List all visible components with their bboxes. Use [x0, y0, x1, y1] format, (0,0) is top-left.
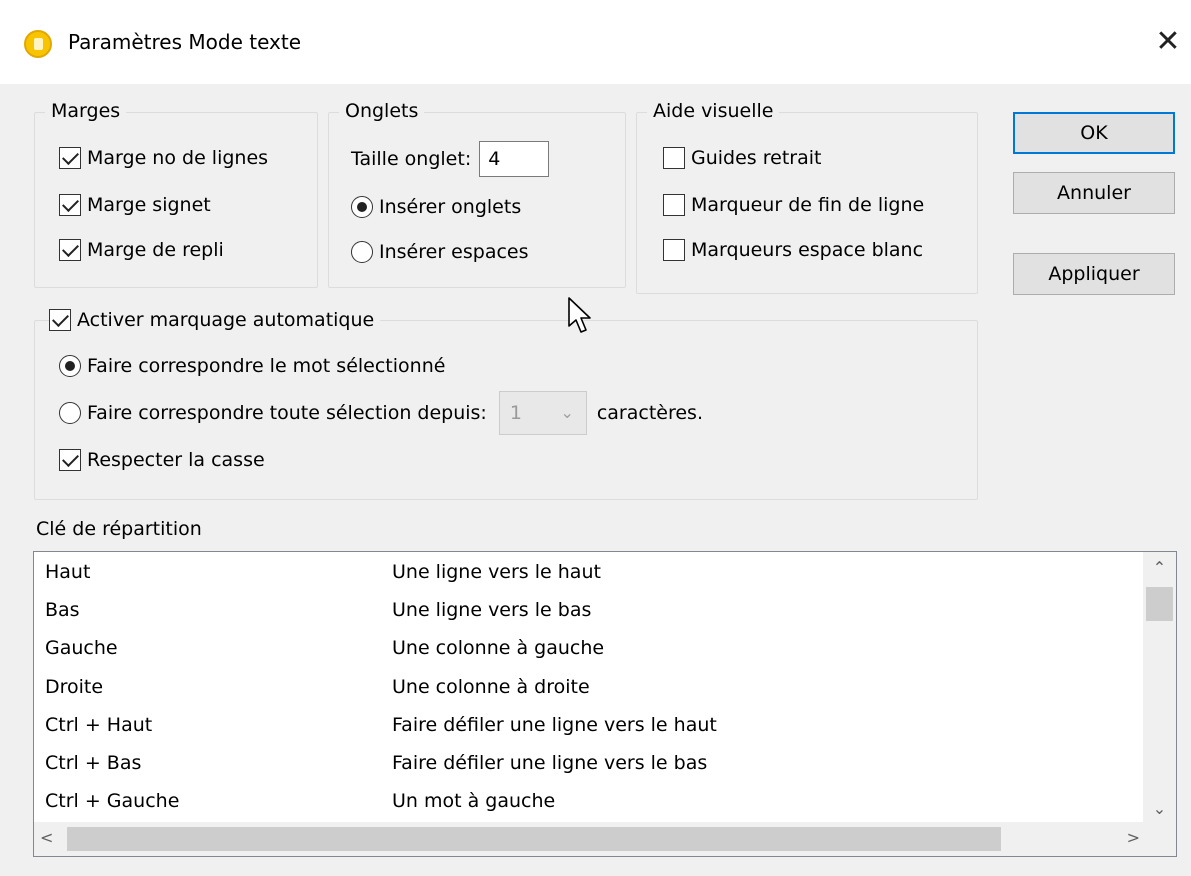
radio-label: Insérer espaces — [379, 241, 529, 263]
table-row[interactable]: Ctrl + Gauche Un mot à gauche — [34, 783, 1144, 819]
checkbox-case-sensitive[interactable]: Respecter la casse — [59, 449, 265, 471]
radio-icon[interactable] — [59, 402, 81, 424]
close-icon[interactable]: ✕ — [1150, 22, 1186, 62]
tabs-group: Onglets Taille onglet: 4 Insérer onglets… — [328, 97, 626, 288]
radio-icon[interactable] — [351, 196, 373, 218]
checkbox-icon[interactable] — [59, 194, 81, 216]
checkbox-label: Marge de repli — [87, 239, 224, 261]
radio-insert-tabs[interactable]: Insérer onglets — [351, 196, 521, 218]
key-cell: Gauche — [45, 637, 118, 659]
combo-value: 1 — [509, 402, 522, 424]
checkbox-fold-margin[interactable]: Marge de repli — [59, 239, 224, 261]
dialog-window: Paramètres Mode texte ✕ Marges Marge no … — [0, 0, 1191, 876]
checkbox-whitespace-markers[interactable]: Marqueurs espace blanc — [663, 239, 923, 261]
scroll-thumb[interactable] — [67, 827, 1001, 851]
checkbox-label: Marqueur de fin de ligne — [691, 194, 925, 216]
title-bar: Paramètres Mode texte ✕ — [0, 0, 1191, 84]
radio-label: Faire correspondre toute sélection depui… — [87, 402, 487, 424]
key-cell: Ctrl + Haut — [45, 714, 153, 736]
checkbox-icon[interactable] — [49, 309, 71, 331]
checkbox-icon[interactable] — [663, 239, 685, 261]
checkbox-eol-marker[interactable]: Marqueur de fin de ligne — [663, 194, 924, 216]
checkbox-icon[interactable] — [59, 239, 81, 261]
checkbox-label: Respecter la casse — [87, 449, 265, 471]
scroll-down-icon[interactable]: ⌄ — [1143, 799, 1176, 818]
checkbox-label: Marge signet — [87, 194, 211, 216]
radio-match-word[interactable]: Faire correspondre le mot sélectionné — [59, 355, 445, 377]
checkbox-icon[interactable] — [59, 147, 81, 169]
action-cell: Une colonne à gauche — [392, 637, 605, 659]
checkbox-bookmark-margin[interactable]: Marge signet — [59, 194, 211, 216]
tabs-legend: Onglets — [339, 97, 425, 125]
scroll-up-icon[interactable]: ⌃ — [1143, 558, 1176, 577]
radio-match-selection[interactable]: Faire correspondre toute sélection depui… — [59, 391, 703, 435]
chevron-down-icon: ⌄ — [560, 403, 574, 422]
key-cell: Haut — [45, 561, 91, 583]
action-cell: Faire défiler une ligne vers le bas — [392, 752, 708, 774]
radio-icon[interactable] — [59, 355, 81, 377]
tab-size-row: Taille onglet: 4 — [351, 141, 550, 177]
action-cell: Une ligne vers le bas — [392, 599, 592, 621]
radio-insert-spaces[interactable]: Insérer espaces — [351, 241, 529, 263]
tab-size-input[interactable]: 4 — [479, 141, 550, 177]
table-row[interactable]: Ctrl + Bas Faire défiler une ligne vers … — [34, 745, 1144, 781]
table-row[interactable]: Droite Une colonne à droite — [34, 669, 1144, 705]
table-row[interactable]: Bas Une ligne vers le bas — [34, 592, 1144, 628]
vertical-scrollbar[interactable]: ⌃ ⌄ — [1143, 552, 1176, 822]
scroll-corner — [1143, 822, 1176, 856]
key-cell: Bas — [45, 599, 80, 621]
characters-label: caractères. — [596, 402, 703, 424]
auto-highlight-group: Activer marquage automatique Faire corre… — [34, 309, 978, 500]
margins-group: Marges Marge no de lignes Marge signet M… — [34, 97, 318, 288]
cancel-button[interactable]: Annuler — [1013, 172, 1175, 214]
radio-label: Insérer onglets — [379, 196, 522, 218]
action-cell: Un mot à gauche — [392, 790, 556, 812]
mouse-cursor-icon — [568, 297, 591, 333]
visual-aid-legend: Aide visuelle — [647, 97, 780, 125]
action-cell: Faire défiler une ligne vers le haut — [392, 714, 717, 736]
checkbox-label: Marqueurs espace blanc — [691, 239, 924, 261]
scroll-thumb[interactable] — [1146, 587, 1173, 621]
table-row[interactable]: Ctrl + Haut Faire défiler une ligne vers… — [34, 707, 1144, 743]
margins-legend: Marges — [45, 97, 127, 125]
checkbox-auto-highlight[interactable]: Activer marquage automatique — [49, 309, 381, 331]
action-cell: Une ligne vers le haut — [392, 561, 601, 583]
key-cell: Ctrl + Bas — [45, 752, 142, 774]
scroll-right-icon[interactable]: > — [1127, 828, 1140, 847]
window-title: Paramètres Mode texte — [68, 30, 302, 54]
checkbox-indent-guides[interactable]: Guides retrait — [663, 147, 821, 169]
keymap-label: Clé de répartition — [36, 518, 202, 540]
checkbox-icon[interactable] — [663, 194, 685, 216]
min-chars-combo[interactable]: 1 ⌄ — [498, 391, 587, 435]
checkbox-label: Marge no de lignes — [87, 147, 269, 169]
checkbox-line-number-margin[interactable]: Marge no de lignes — [59, 147, 268, 169]
radio-icon[interactable] — [351, 241, 373, 263]
action-cell: Une colonne à droite — [392, 676, 590, 698]
app-icon — [24, 30, 52, 58]
checkbox-label: Guides retrait — [691, 147, 822, 169]
scroll-left-icon[interactable]: < — [40, 828, 53, 847]
table-row[interactable]: Haut Une ligne vers le haut — [34, 554, 1144, 590]
auto-highlight-legend: Activer marquage automatique — [77, 309, 375, 331]
visual-aid-group: Aide visuelle Guides retrait Marqueur de… — [636, 97, 978, 294]
horizontal-scrollbar[interactable]: < > — [34, 822, 1144, 856]
apply-button[interactable]: Appliquer — [1013, 253, 1175, 295]
radio-label: Faire correspondre le mot sélectionné — [87, 355, 446, 377]
table-row[interactable]: Gauche Une colonne à gauche — [34, 630, 1144, 666]
keymap-list[interactable]: Haut Une ligne vers le haut Bas Une lign… — [33, 551, 1177, 857]
checkbox-icon[interactable] — [663, 147, 685, 169]
checkbox-icon[interactable] — [59, 449, 81, 471]
ok-button[interactable]: OK — [1013, 112, 1175, 154]
key-cell: Droite — [45, 676, 104, 698]
key-cell: Ctrl + Gauche — [45, 790, 180, 812]
tab-size-label: Taille onglet: — [351, 148, 472, 170]
